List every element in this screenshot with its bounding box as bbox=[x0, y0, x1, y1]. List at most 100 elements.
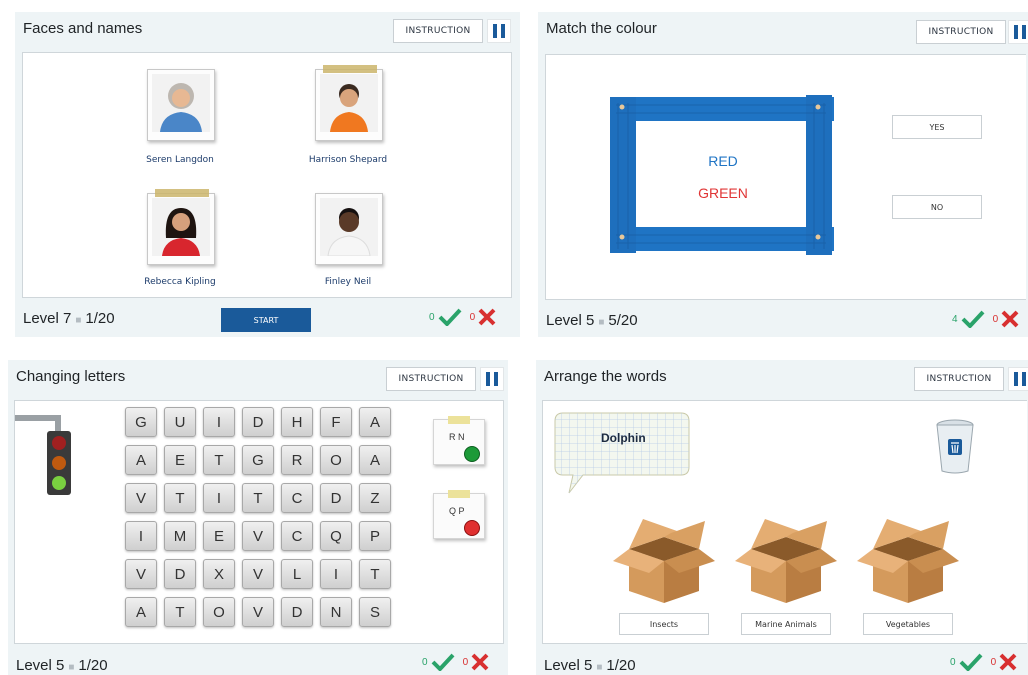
correct-count: 0 bbox=[950, 656, 956, 668]
game-area: Seren Langdon Harrison Shepard Rebecca K… bbox=[22, 52, 512, 298]
face-card[interactable] bbox=[147, 189, 215, 265]
letter-tile[interactable]: E bbox=[203, 521, 235, 551]
draggable-word[interactable]: Dolphin bbox=[601, 431, 646, 445]
letter-tile[interactable]: M bbox=[164, 521, 196, 551]
cross-icon bbox=[478, 308, 496, 326]
panel-title: Changing letters bbox=[16, 368, 126, 385]
pause-button[interactable] bbox=[487, 19, 511, 43]
checkmark-icon bbox=[431, 653, 455, 671]
trash-bin-icon[interactable] bbox=[935, 419, 975, 475]
panel-title: Match the colour bbox=[546, 20, 657, 37]
changing-letters-panel: Changing letters INSTRUCTION GUIDHFAAETG… bbox=[8, 360, 508, 675]
letter-tile[interactable]: T bbox=[164, 483, 196, 513]
letter-tile[interactable]: R bbox=[281, 445, 313, 475]
letter-tile[interactable]: A bbox=[359, 407, 391, 437]
letter-tile[interactable]: D bbox=[320, 483, 352, 513]
letter-tile[interactable]: D bbox=[164, 559, 196, 589]
game-area: Dolphin Insects Marine Animals Vegetable… bbox=[542, 400, 1027, 644]
letter-tile[interactable]: X bbox=[203, 559, 235, 589]
faces-and-names-panel: Faces and names INSTRUCTION Seren Langdo… bbox=[15, 12, 520, 337]
letter-tile[interactable]: T bbox=[242, 483, 274, 513]
arrange-the-words-panel: Arrange the words INSTRUCTION Dolphin In… bbox=[536, 360, 1028, 675]
start-button[interactable]: START bbox=[221, 308, 311, 332]
letter-tile[interactable]: E bbox=[164, 445, 196, 475]
letter-tile[interactable]: I bbox=[203, 407, 235, 437]
letter-tile[interactable]: I bbox=[125, 521, 157, 551]
letter-tile[interactable]: G bbox=[242, 445, 274, 475]
letter-tile[interactable]: D bbox=[281, 597, 313, 627]
letter-tile[interactable]: V bbox=[125, 483, 157, 513]
letter-tile[interactable]: C bbox=[281, 483, 313, 513]
person-portrait-icon bbox=[152, 74, 210, 132]
pause-button[interactable] bbox=[1008, 20, 1028, 44]
wrong-count: 0 bbox=[462, 656, 469, 668]
level-indicator: Level 5 ■ 1/20 bbox=[16, 657, 108, 674]
cross-icon bbox=[471, 653, 489, 671]
letter-tile[interactable]: H bbox=[281, 407, 313, 437]
letter-tile[interactable]: U bbox=[164, 407, 196, 437]
cardboard-box-icon[interactable] bbox=[731, 515, 841, 605]
letter-tile[interactable]: A bbox=[359, 445, 391, 475]
pause-icon bbox=[1014, 372, 1018, 386]
face-card[interactable] bbox=[147, 69, 215, 141]
no-button[interactable]: NO bbox=[892, 195, 982, 219]
letter-tile[interactable]: G bbox=[125, 407, 157, 437]
person-name: Harrison Shepard bbox=[308, 155, 388, 165]
letter-tile[interactable]: T bbox=[203, 445, 235, 475]
pause-button[interactable] bbox=[1008, 367, 1028, 391]
rule-note[interactable]: R N bbox=[433, 416, 485, 465]
pause-icon bbox=[493, 24, 497, 38]
letter-tile[interactable]: N bbox=[320, 597, 352, 627]
letter-tile[interactable]: V bbox=[125, 559, 157, 589]
yes-button[interactable]: YES bbox=[892, 115, 982, 139]
instruction-button[interactable]: INSTRUCTION bbox=[916, 20, 1006, 44]
wrong-count: 0 bbox=[990, 656, 997, 668]
score: 0 0 bbox=[950, 653, 1017, 671]
letter-tile[interactable]: F bbox=[320, 407, 352, 437]
correct-count: 0 bbox=[429, 311, 435, 323]
letter-tile[interactable]: A bbox=[125, 597, 157, 627]
letter-tile[interactable]: Z bbox=[359, 483, 391, 513]
cardboard-box-icon[interactable] bbox=[853, 515, 963, 605]
pause-button[interactable] bbox=[480, 367, 504, 391]
instruction-button[interactable]: INSTRUCTION bbox=[386, 367, 476, 391]
letter-tile[interactable]: V bbox=[242, 597, 274, 627]
cardboard-box-icon[interactable] bbox=[609, 515, 719, 605]
checkmark-icon bbox=[438, 308, 462, 326]
letter-tile[interactable]: S bbox=[359, 597, 391, 627]
letter-tile[interactable]: O bbox=[203, 597, 235, 627]
rule-note[interactable]: Q P bbox=[433, 490, 485, 539]
letter-tile[interactable]: I bbox=[203, 483, 235, 513]
face-card[interactable] bbox=[315, 65, 383, 141]
letter-tile[interactable]: L bbox=[281, 559, 313, 589]
person-name: Finley Neil bbox=[324, 277, 372, 287]
instruction-button[interactable]: INSTRUCTION bbox=[914, 367, 1004, 391]
pause-icon bbox=[486, 372, 490, 386]
box-label: Marine Animals bbox=[741, 613, 831, 635]
wooden-frame-icon bbox=[610, 95, 834, 255]
score: 0 0 bbox=[429, 308, 496, 326]
letter-tile[interactable]: V bbox=[242, 521, 274, 551]
letter-tile[interactable]: P bbox=[359, 521, 391, 551]
speech-bubble-icon bbox=[554, 412, 690, 494]
letter-tile[interactable]: A bbox=[125, 445, 157, 475]
box-label: Insects bbox=[619, 613, 709, 635]
letter-tile[interactable]: D bbox=[242, 407, 274, 437]
letter-tile[interactable]: V bbox=[242, 559, 274, 589]
note-letters: R N bbox=[449, 432, 465, 442]
letter-tile[interactable]: I bbox=[320, 559, 352, 589]
wrong-count: 0 bbox=[992, 313, 999, 325]
letter-tile[interactable]: Q bbox=[320, 521, 352, 551]
color-word-top: RED bbox=[708, 153, 738, 169]
letter-tile[interactable]: T bbox=[164, 597, 196, 627]
letter-tile[interactable]: O bbox=[320, 445, 352, 475]
letter-tile[interactable]: T bbox=[359, 559, 391, 589]
person-name: Rebecca Kipling bbox=[144, 277, 216, 287]
instruction-button[interactable]: INSTRUCTION bbox=[393, 19, 483, 43]
face-card[interactable] bbox=[315, 193, 383, 265]
letter-tile[interactable]: C bbox=[281, 521, 313, 551]
checkmark-icon bbox=[961, 310, 985, 328]
traffic-light-icon bbox=[15, 415, 71, 495]
cross-icon bbox=[1001, 310, 1019, 328]
panel-title: Faces and names bbox=[23, 20, 143, 37]
